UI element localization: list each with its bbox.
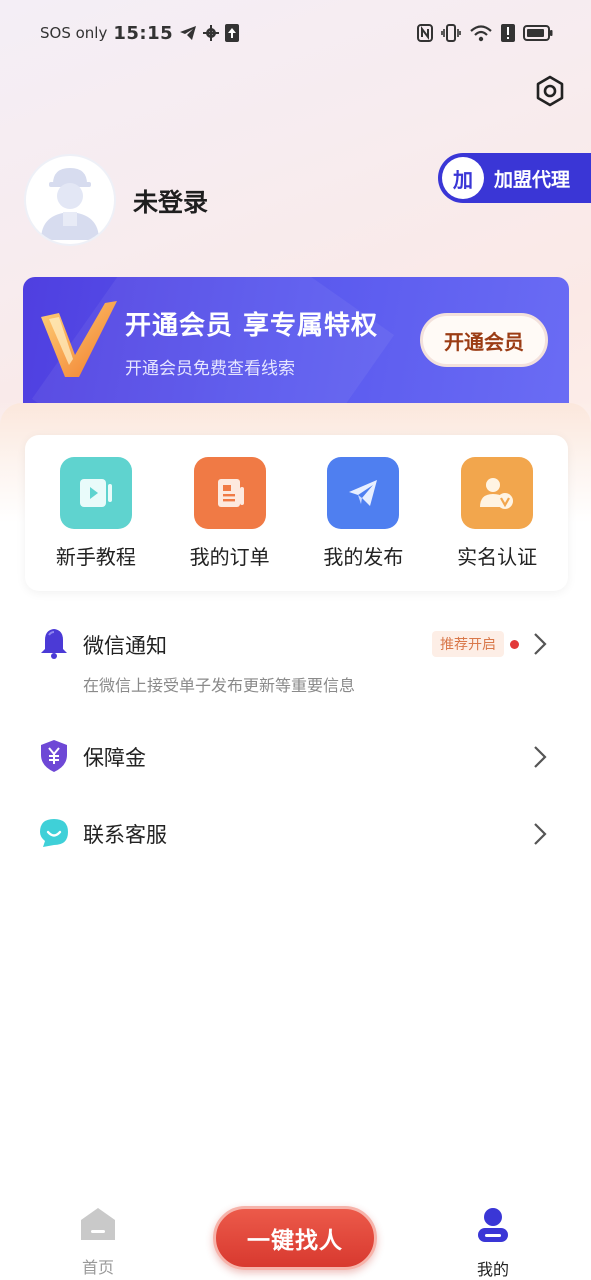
open-vip-button[interactable]: 开通会员 <box>420 313 548 367</box>
chevron-right-icon <box>530 631 550 657</box>
settings-hexagon-icon <box>533 74 567 112</box>
menu-item-customer-service[interactable]: 联系客服 <box>0 812 591 856</box>
shortcut-orders[interactable]: 我的订单 <box>165 435 295 591</box>
status-right <box>417 24 553 42</box>
join-agent-button[interactable]: 加 加盟代理 <box>438 153 591 203</box>
vip-title: 开通会员 享专属特权 <box>125 311 379 341</box>
chevron-right-icon <box>530 744 550 770</box>
user-profile-icon <box>475 1206 511 1248</box>
shortcut-grid: 新手教程 我的订单 我的发布 实名认证 <box>25 435 568 591</box>
chat-bubble-icon <box>37 816 71 850</box>
wifi-icon <box>469 24 493 42</box>
tab-label: 首页 <box>81 1258 114 1277</box>
username-label[interactable]: 未登录 <box>133 183 208 219</box>
avatar[interactable] <box>24 154 116 246</box>
home-icon <box>79 1206 117 1246</box>
menu-item-deposit[interactable]: 保障金 <box>0 735 591 779</box>
agent-badge: 加 <box>442 157 484 199</box>
shortcut-label: 我的订单 <box>189 545 270 569</box>
chevron-right-icon <box>530 821 550 847</box>
shortcut-label: 我的发布 <box>323 545 404 569</box>
menu-item-wechat-notify[interactable]: 微信通知 在微信上接受单子发布更新等重要信息 <box>0 612 591 712</box>
menu-label: 联系客服 <box>83 823 167 847</box>
shortcut-label: 实名认证 <box>457 545 538 569</box>
vip-banner[interactable]: 开通会员 享专属特权 开通会员免费查看线索 开通会员 <box>23 277 569 403</box>
carrier-text: SOS only <box>40 24 108 42</box>
shortcut-publish[interactable]: 我的发布 <box>298 435 428 591</box>
worker-avatar-icon <box>35 162 105 244</box>
find-person-button[interactable]: 一键找人 <box>213 1206 377 1270</box>
settings-button[interactable] <box>531 74 569 112</box>
bell-icon <box>37 626 71 660</box>
clock-time: 15:15 <box>113 22 174 44</box>
gear-icon <box>203 25 220 41</box>
order-document-icon <box>193 457 266 529</box>
recommend-tag: 推荐开启 <box>432 631 504 657</box>
vibrate-icon <box>441 24 461 42</box>
shield-yuan-icon <box>37 739 71 773</box>
notification-dot <box>510 640 519 649</box>
nfc-icon <box>417 24 433 42</box>
alert-icon <box>501 24 515 42</box>
paper-plane-icon <box>327 457 400 529</box>
tab-home[interactable]: 首页 <box>58 1206 138 1278</box>
tab-label: 我的 <box>476 1260 509 1279</box>
battery-icon <box>523 25 553 41</box>
video-tutorial-icon <box>59 457 132 529</box>
verified-user-icon <box>461 457 534 529</box>
menu-label: 微信通知 <box>83 634 167 658</box>
status-left: SOS only 15:15 <box>40 22 240 44</box>
menu-label: 保障金 <box>83 746 146 770</box>
agent-label: 加盟代理 <box>494 168 571 191</box>
shortcut-label: 新手教程 <box>55 545 136 569</box>
shortcut-verify[interactable]: 实名认证 <box>432 435 562 591</box>
upload-icon <box>225 24 240 42</box>
status-bar: SOS only 15:15 <box>0 0 591 66</box>
menu-description: 在微信上接受单子发布更新等重要信息 <box>83 676 356 695</box>
tab-mine[interactable]: 我的 <box>453 1206 533 1280</box>
vip-subtitle: 开通会员免费查看线索 <box>125 359 295 379</box>
vip-v-logo-icon <box>39 299 119 379</box>
shortcut-tutorial[interactable]: 新手教程 <box>31 435 161 591</box>
telegram-icon <box>179 25 197 41</box>
